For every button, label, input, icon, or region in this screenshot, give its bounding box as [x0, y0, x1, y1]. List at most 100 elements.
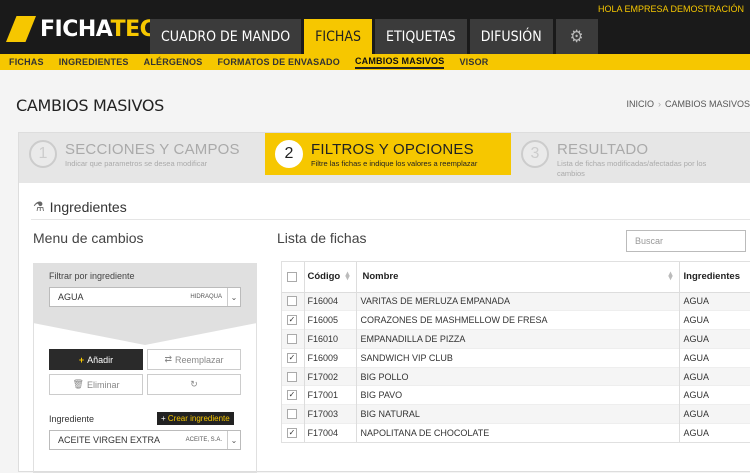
row-checkbox[interactable] — [287, 371, 297, 382]
row-checkbox[interactable] — [287, 296, 297, 307]
plus-icon: + — [161, 414, 166, 423]
search-input[interactable]: Buscar — [626, 230, 746, 252]
list-title: Lista de fichas — [277, 230, 367, 246]
step-description: Indicar que parametros se desea modifica… — [65, 159, 208, 168]
tab-etiquetas[interactable]: ETIQUETAS — [375, 19, 467, 54]
row-checkbox[interactable] — [287, 409, 297, 420]
sort-icon: ▴ ▾ — [345, 269, 350, 282]
cell-name: VARITAS DE MERLUZA EMPANADA — [356, 291, 680, 311]
row-checkbox[interactable]: ✓ — [287, 428, 297, 439]
select-all-cell — [282, 262, 305, 293]
column-header-codigo[interactable]: Código ▴ ▾ — [304, 262, 357, 293]
flask-icon: ⚗ — [33, 199, 45, 214]
filter-box: Filtrar por ingrediente AGUA HIDRAQUA ⌄ — [33, 263, 257, 323]
column-header-ingredientes[interactable]: Ingredientes — [679, 262, 750, 293]
breadcrumb-home[interactable]: INICIO — [626, 99, 654, 109]
table-row[interactable]: F16010 EMPANADILLA DE PIZZA AGUA — [282, 329, 750, 349]
plus-icon: + — [78, 354, 85, 365]
cell-code: F16005 — [304, 310, 357, 330]
main-card: 1 SECCIONES Y CAMPOS Indicar que parametr… — [18, 132, 750, 473]
cell-name: EMPANADILLA DE PIZZA — [356, 329, 680, 349]
cell-ingredients: AGUA — [679, 404, 750, 424]
table-row[interactable]: ✓ F16005 CORAZONES DE MASHMELLOW DE FRESA A… — [282, 310, 750, 330]
table-row[interactable]: F17003 BIG NATURAL AGUA — [282, 404, 750, 424]
tab-fichas[interactable]: FICHAS — [304, 19, 373, 54]
top-bar: FICHATEC CUADRO DE MANDO FICHAS ETIQUETA… — [0, 0, 750, 54]
breadcrumb-separator-icon: › — [657, 99, 661, 109]
table-row[interactable]: F16004 VARITAS DE MERLUZA EMPANADA AGUA — [282, 291, 750, 311]
swap-icon: ⇄ — [164, 354, 172, 364]
cell-code: F16010 — [304, 329, 357, 349]
cell-ingredients: AGUA — [679, 366, 750, 386]
table-row[interactable]: ✓ F16009 SANDWICH VIP CLUB AGUA — [282, 347, 750, 368]
subnav-alergenos[interactable]: ALÉRGENOS — [144, 57, 203, 67]
cell-ingredients: AGUA — [679, 423, 750, 443]
create-ingredient-button[interactable]: + Crear ingrediente — [157, 412, 234, 425]
step-number: 1 — [29, 140, 57, 168]
row-select-cell — [282, 404, 305, 424]
subnav-fichas[interactable]: FICHAS — [9, 57, 44, 67]
trash-icon: 🗑 — [72, 379, 84, 389]
row-checkbox[interactable] — [287, 333, 297, 344]
step-title: RESULTADO — [557, 141, 649, 158]
cell-code: F17003 — [304, 404, 357, 424]
tab-cuadro-de-mando[interactable]: CUADRO DE MANDO — [150, 19, 302, 54]
table-header: Código ▴ ▾ Nombre ▴ ▾ Ingredientes — [282, 262, 750, 293]
user-link[interactable]: HOLA EMPRESA DEMOSTRACIÓN — [598, 4, 744, 14]
ingredient-select[interactable]: ACEITE VIRGEN EXTRA ACEITE, S.A. ⌄ — [49, 430, 241, 450]
wizard-steps: 1 SECCIONES Y CAMPOS Indicar que parametr… — [19, 133, 750, 183]
row-checkbox[interactable]: ✓ — [287, 390, 297, 401]
select-all-checkbox[interactable] — [287, 271, 297, 282]
cell-ingredients: AGUA — [679, 347, 750, 368]
add-button[interactable]: + Añadir — [49, 349, 143, 370]
step-description: Filtre las fichas e indique los valores … — [311, 159, 478, 168]
table-row[interactable]: F17002 BIG POLLO AGUA — [282, 366, 750, 386]
row-select-cell — [282, 366, 305, 386]
step-number: 3 — [521, 140, 549, 168]
fichas-table: Código ▴ ▾ Nombre ▴ ▾ Ingredientes F16004 VAR… — [281, 261, 750, 444]
chevron-down-icon: ⌄ — [227, 431, 240, 449]
cell-ingredients: AGUA — [679, 385, 750, 405]
subnav-ingredientes[interactable]: INGREDIENTES — [59, 57, 129, 67]
refresh-icon: ↻ — [190, 379, 198, 389]
main-nav: CUADRO DE MANDO FICHAS ETIQUETAS DIFUSIÓ… — [150, 19, 601, 54]
menu-title: Menu de cambios — [33, 230, 144, 246]
cell-ingredients: AGUA — [679, 291, 750, 311]
step-description: Lista de fichas modificadas/afectadas po… — [557, 159, 707, 178]
row-checkbox[interactable]: ✓ — [287, 352, 297, 363]
replace-button[interactable]: ⇄ Reemplazar — [147, 349, 241, 370]
wizard-step-2[interactable]: 2 FILTROS Y OPCIONES Filtre las fichas e … — [265, 133, 511, 175]
chevron-down-icon: ⌄ — [227, 288, 240, 306]
cell-name: BIG PAVO — [356, 385, 680, 405]
wizard-step-1[interactable]: 1 SECCIONES Y CAMPOS Indicar que parametr… — [19, 133, 265, 175]
row-checkbox[interactable]: ✓ — [287, 315, 297, 326]
table-row[interactable]: ✓ F17004 NAPOLITANA DE CHOCOLATE AGUA — [282, 423, 750, 443]
settings-tab[interactable]: ⚙ — [555, 19, 598, 54]
table-row[interactable]: ✓ F17001 BIG PAVO AGUA — [282, 385, 750, 405]
filter-ingredient-select[interactable]: AGUA HIDRAQUA ⌄ — [49, 287, 241, 307]
step-number: 2 — [275, 140, 303, 168]
logo[interactable]: FICHATEC — [6, 14, 156, 44]
step-title: SECCIONES Y CAMPOS — [65, 141, 240, 158]
ingredient-label: Ingrediente — [49, 414, 95, 424]
row-select-cell — [282, 329, 305, 349]
tab-difusion[interactable]: DIFUSIÓN — [469, 19, 553, 54]
subnav-cambios-masivos[interactable]: CAMBIOS MASIVOS — [354, 56, 445, 69]
menu-panel — [33, 323, 257, 473]
remove-button[interactable]: 🗑 Eliminar — [49, 374, 143, 395]
panel-notch — [33, 323, 257, 345]
breadcrumb-current: CAMBIOS MASIVOS — [664, 99, 750, 109]
subnav-formatos[interactable]: FORMATOS DE ENVASADO — [217, 57, 340, 67]
section-title: ⚗ Ingredientes — [33, 199, 127, 215]
wizard-step-3[interactable]: 3 RESULTADO Lista de fichas modificadas/a… — [511, 133, 750, 178]
refresh-button[interactable]: ↻ — [147, 374, 241, 395]
subnav-visor[interactable]: VISOR — [459, 57, 488, 67]
divider — [31, 219, 750, 220]
cell-ingredients: AGUA — [679, 329, 750, 349]
sort-icon: ▴ ▾ — [668, 269, 673, 282]
cell-name: BIG POLLO — [356, 366, 680, 386]
filter-label: Filtrar por ingrediente — [49, 271, 135, 281]
column-header-nombre[interactable]: Nombre ▴ ▾ — [356, 262, 680, 293]
logo-icon — [6, 16, 36, 42]
page-header: CAMBIOS MASIVOS INICIO › CAMBIOS MASIVOS — [0, 70, 750, 132]
